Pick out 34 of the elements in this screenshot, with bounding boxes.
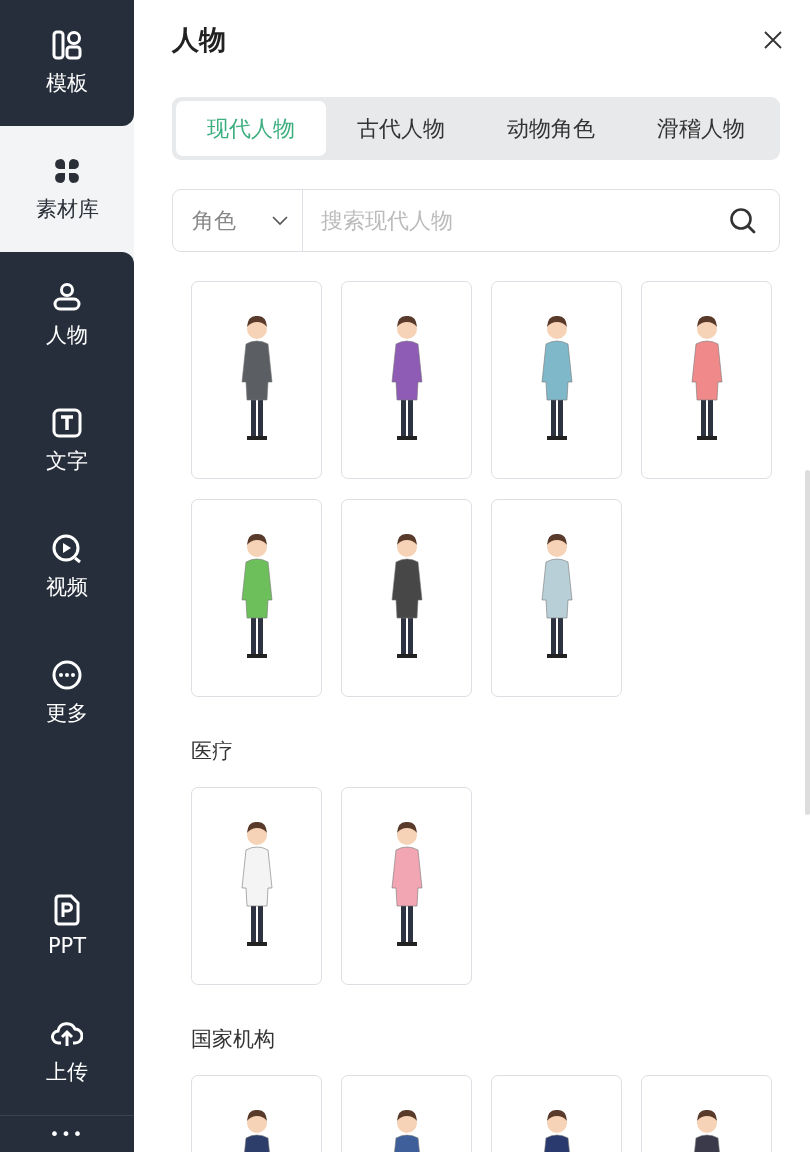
section-heading: 国家机构 xyxy=(191,1026,276,1053)
play-icon xyxy=(51,533,83,565)
character-card[interactable] xyxy=(191,499,322,697)
sidebar-item[interactable]: 模板 xyxy=(0,0,134,126)
text-icon xyxy=(51,407,83,439)
panel-title: 人物 xyxy=(172,23,226,57)
character-card[interactable] xyxy=(341,787,472,985)
sidebar-item[interactable]: 上传 xyxy=(0,989,134,1115)
user-icon xyxy=(51,281,83,313)
category-tab[interactable]: 滑稽人物 xyxy=(626,101,776,156)
caret-icon xyxy=(272,215,288,226)
category-tab[interactable]: 动物角色 xyxy=(476,101,626,156)
character-card[interactable] xyxy=(341,499,472,697)
character-card[interactable] xyxy=(191,281,322,479)
sidebar-item[interactable]: 文字 xyxy=(0,378,134,504)
layout-icon xyxy=(51,29,83,61)
more-button[interactable]: ••• xyxy=(0,1115,134,1152)
character-card[interactable] xyxy=(341,281,472,479)
more-icon xyxy=(51,659,83,691)
scrollbar[interactable] xyxy=(805,470,810,815)
search-icon[interactable] xyxy=(729,206,757,235)
character-card[interactable] xyxy=(191,787,322,985)
sidebar-item[interactable]: 更多 xyxy=(0,630,134,756)
category-tab[interactable]: 古代人物 xyxy=(326,101,476,156)
sidebar-item[interactable]: PPT xyxy=(0,863,134,989)
role-dropdown[interactable]: 角色 xyxy=(173,190,303,251)
character-card[interactable] xyxy=(491,281,622,479)
character-card[interactable] xyxy=(491,499,622,697)
character-card[interactable] xyxy=(641,281,772,479)
close-icon[interactable] xyxy=(763,30,783,50)
search-field[interactable]: 角色 搜索现代人物 xyxy=(172,189,780,252)
section-heading: 医疗 xyxy=(191,738,234,765)
sidebar-item[interactable]: 视频 xyxy=(0,504,134,630)
sidebar-item[interactable]: 人物 xyxy=(0,252,134,378)
